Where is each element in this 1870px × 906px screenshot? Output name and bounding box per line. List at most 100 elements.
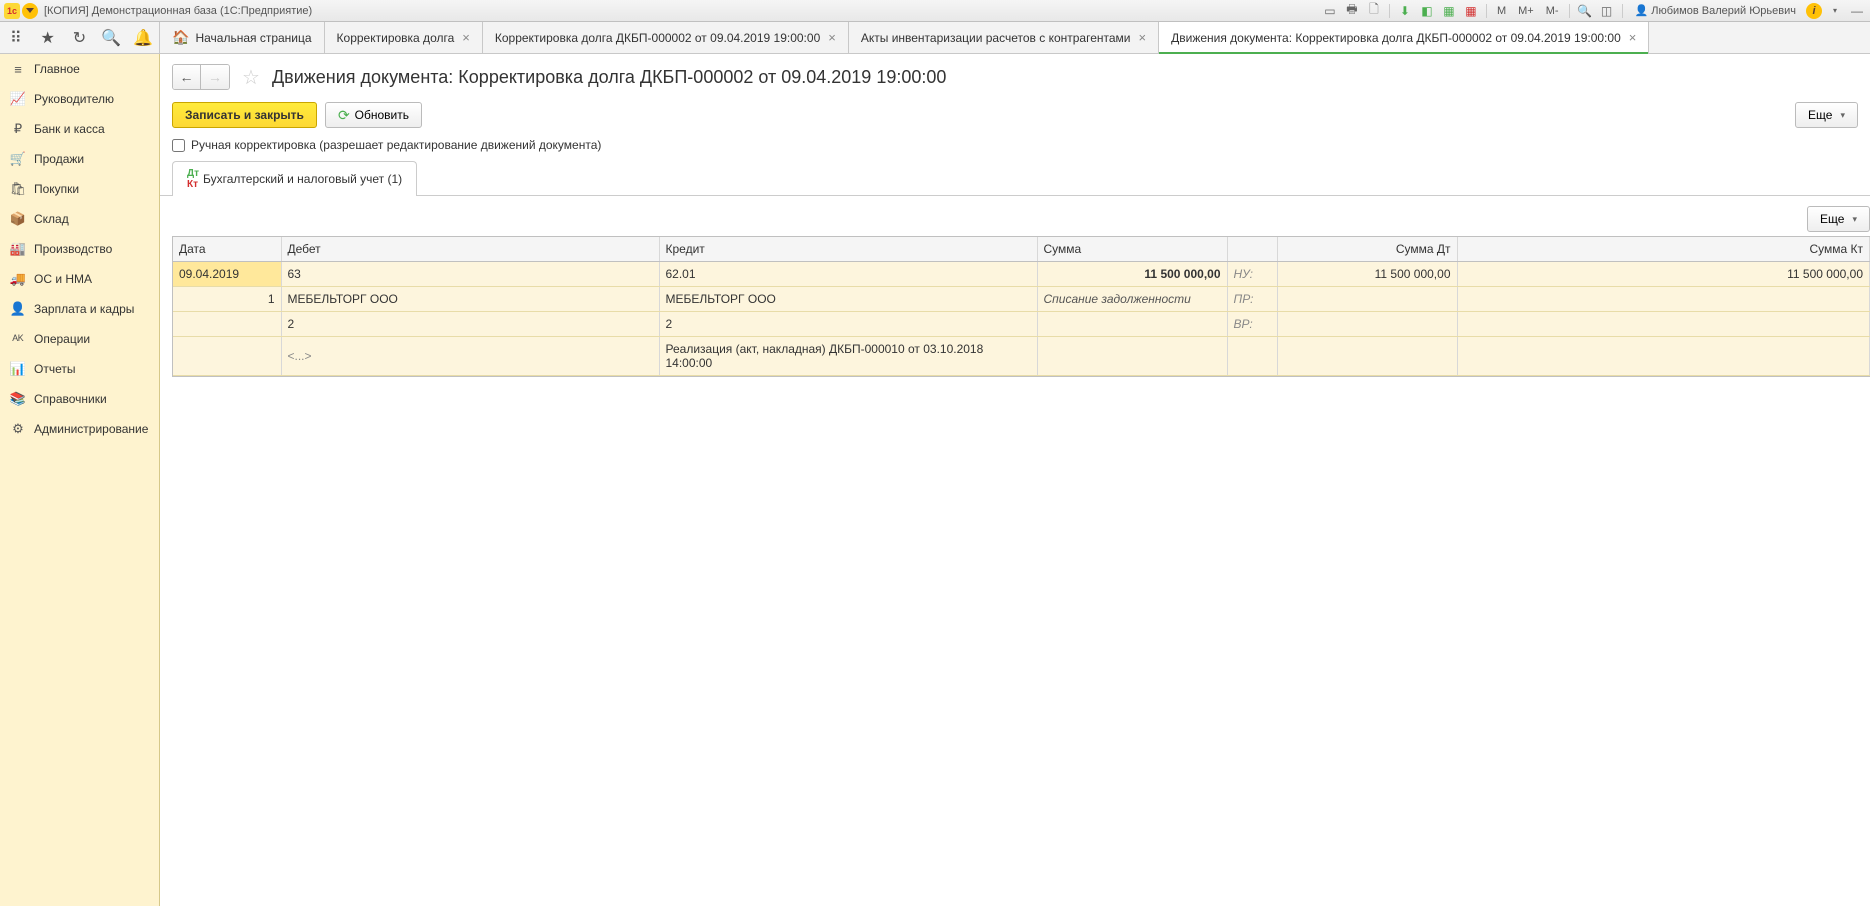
- forward-button[interactable]: →: [201, 65, 229, 89]
- barchart-icon: 📊: [10, 361, 26, 377]
- save-close-button[interactable]: Записать и закрыть: [172, 102, 317, 128]
- cell-empty: [1037, 337, 1227, 376]
- sidebar-item-purchases[interactable]: 🛍Покупки: [0, 174, 159, 204]
- sidebar-item-bank[interactable]: ₽Банк и касса: [0, 114, 159, 144]
- app-logo-icon: 1c: [4, 3, 20, 19]
- truck-icon: 🚚: [10, 271, 26, 287]
- tab-item[interactable]: Корректировка долга ×: [325, 22, 483, 53]
- toolbar-icon[interactable]: ▭: [1321, 2, 1339, 20]
- tab-item-active[interactable]: Движения документа: Корректировка долга …: [1159, 22, 1649, 53]
- sidebar-item-label: Производство: [34, 242, 112, 256]
- tab-accounting[interactable]: ДтКт Бухгалтерский и налоговый учет (1): [172, 161, 417, 196]
- table-row[interactable]: 2 2 ВР:: [173, 312, 1870, 337]
- close-icon[interactable]: ×: [1139, 30, 1147, 45]
- apps-icon[interactable]: ⠿: [4, 26, 28, 50]
- tab-item[interactable]: Корректировка долга ДКБП-000002 от 09.04…: [483, 22, 849, 53]
- cell-debit-acc: 63: [281, 262, 659, 287]
- favorite-star-icon[interactable]: ☆: [242, 65, 260, 90]
- m-plus-button[interactable]: M+: [1514, 5, 1538, 17]
- cart-icon: 🛒: [10, 151, 26, 167]
- manual-edit-row: Ручная корректировка (разрешает редактир…: [160, 138, 1870, 160]
- cell-ind-nu: НУ:: [1227, 262, 1277, 287]
- movements-grid[interactable]: Дата Дебет Кредит Сумма Сумма Дт Сумма К…: [172, 236, 1870, 377]
- cell-debit-dim3: <...>: [281, 337, 659, 376]
- table-row[interactable]: 09.04.2019 63 62.01 11 500 000,00 НУ: 11…: [173, 262, 1870, 287]
- col-date[interactable]: Дата: [173, 237, 281, 262]
- sidebar-item-admin[interactable]: ⚙Администрирование: [0, 414, 159, 444]
- cell-credit-party: МЕБЕЛЬТОРГ ООО: [659, 287, 1037, 312]
- compare-icon[interactable]: ◧: [1418, 2, 1436, 20]
- content-area: ← → ☆ Движения документа: Корректировка …: [160, 54, 1870, 906]
- sidebar-item-sales[interactable]: 🛒 Продажи: [0, 144, 159, 174]
- sidebar-item-manager[interactable]: 📈Руководителю: [0, 84, 159, 114]
- save-icon[interactable]: ⬇: [1396, 2, 1414, 20]
- calendar-icon[interactable]: ▦: [1462, 2, 1480, 20]
- sidebar-item-label: Операции: [34, 332, 90, 346]
- m-button[interactable]: M: [1493, 5, 1510, 17]
- sidebar-item-assets[interactable]: 🚚ОС и НМА: [0, 264, 159, 294]
- cell-empty: [1457, 337, 1870, 376]
- more-button[interactable]: Еще▾: [1795, 102, 1858, 128]
- tab-label: Корректировка долга ДКБП-000002 от 09.04…: [495, 31, 820, 45]
- col-credit[interactable]: Кредит: [659, 237, 1037, 262]
- sidebar-item-label: Главное: [34, 62, 80, 76]
- grid-header-row: Дата Дебет Кредит Сумма Сумма Дт Сумма К…: [173, 237, 1870, 262]
- sidebar-item-hr[interactable]: 👤 Зарплата и кадры: [0, 294, 159, 324]
- minimize-icon[interactable]: —: [1848, 2, 1866, 20]
- search-icon[interactable]: 🔍: [99, 26, 123, 50]
- cell-seq: 1: [173, 287, 281, 312]
- info-dropdown-icon[interactable]: ▾: [1826, 2, 1844, 20]
- bell-icon[interactable]: 🔔: [131, 26, 155, 50]
- star-icon[interactable]: ★: [36, 26, 60, 50]
- sidebar-item-operations[interactable]: ᴬᴷОперации: [0, 324, 159, 354]
- cell-date: 09.04.2019: [173, 262, 281, 287]
- sidebar-item-label: Справочники: [34, 392, 107, 406]
- grid-more-button[interactable]: Еще▾: [1807, 206, 1870, 232]
- sidebar-item-reports[interactable]: 📊 Отчеты: [0, 354, 159, 384]
- tab-item[interactable]: Акты инвентаризации расчетов с контраген…: [849, 22, 1159, 53]
- col-sum-kt[interactable]: Сумма Кт: [1457, 237, 1870, 262]
- col-sum-dt[interactable]: Сумма Дт: [1277, 237, 1457, 262]
- cell-empty: [173, 337, 281, 376]
- sidebar: ≡Главное 📈Руководителю ₽Банк и касса 🛒 Пр…: [0, 54, 160, 906]
- bag-icon: 🛍: [10, 181, 26, 197]
- table-row[interactable]: <...> Реализация (акт, накладная) ДКБП-0…: [173, 337, 1870, 376]
- window-title: [КОПИЯ] Демонстрационная база (1С:Предпр…: [44, 5, 312, 17]
- quick-tools: ⠿ ★ ↻ 🔍 🔔: [0, 22, 160, 53]
- cell-sum-note: Списание задолженности: [1037, 287, 1227, 312]
- cell-empty: [1037, 312, 1227, 337]
- col-indicator[interactable]: [1227, 237, 1277, 262]
- cell-empty: [1277, 287, 1457, 312]
- calc-icon[interactable]: ▦: [1440, 2, 1458, 20]
- sidebar-item-production[interactable]: 🏭Производство: [0, 234, 159, 264]
- close-icon[interactable]: ×: [1629, 30, 1637, 45]
- m-minus-button[interactable]: M-: [1542, 5, 1563, 17]
- sidebar-item-label: Продажи: [34, 152, 84, 166]
- chevron-down-icon: ▾: [1840, 110, 1845, 121]
- close-icon[interactable]: ×: [828, 30, 836, 45]
- info-icon[interactable]: i: [1806, 3, 1822, 19]
- back-button[interactable]: ←: [173, 65, 201, 89]
- user-label[interactable]: 👤Любимов Валерий Юрьевич: [1629, 4, 1802, 17]
- sidebar-item-refs[interactable]: 📚Справочники: [0, 384, 159, 414]
- print-preview-icon[interactable]: 🗋: [1365, 2, 1383, 20]
- manual-edit-checkbox[interactable]: [172, 139, 185, 152]
- user-icon: 👤: [1635, 4, 1649, 17]
- col-debit[interactable]: Дебет: [281, 237, 659, 262]
- sidebar-item-main[interactable]: ≡Главное: [0, 54, 159, 84]
- sidebar-item-label: Отчеты: [34, 362, 75, 376]
- windows-icon[interactable]: ◫: [1598, 2, 1616, 20]
- app-menu-dropdown[interactable]: [22, 3, 38, 19]
- refresh-button[interactable]: ⟳Обновить: [325, 102, 422, 128]
- table-row[interactable]: 1 МЕБЕЛЬТОРГ ООО МЕБЕЛЬТОРГ ООО Списание…: [173, 287, 1870, 312]
- person-icon: 👤: [10, 301, 26, 317]
- tab-home[interactable]: 🏠 Начальная страница: [160, 22, 325, 53]
- sidebar-item-label: Зарплата и кадры: [34, 302, 134, 316]
- zoom-icon[interactable]: 🔍: [1576, 2, 1594, 20]
- sidebar-item-warehouse[interactable]: 📦Склад: [0, 204, 159, 234]
- history-icon[interactable]: ↻: [67, 26, 91, 50]
- close-icon[interactable]: ×: [462, 30, 470, 45]
- col-sum[interactable]: Сумма: [1037, 237, 1227, 262]
- sidebar-item-label: Банк и касса: [34, 122, 105, 136]
- print-icon[interactable]: 🖶: [1343, 2, 1361, 20]
